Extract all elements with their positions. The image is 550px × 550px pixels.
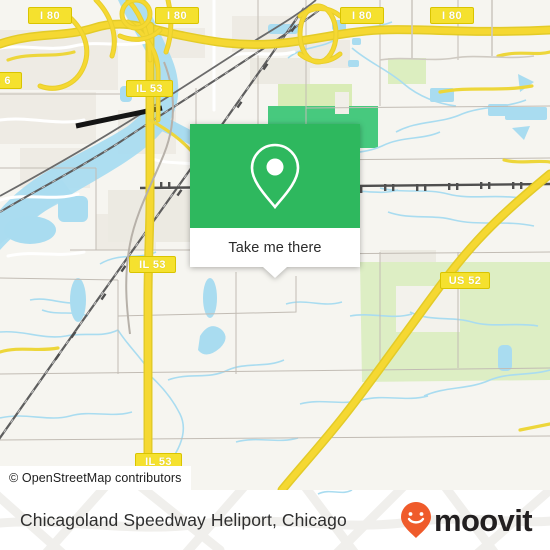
route-shield-label: IL 53 <box>139 258 166 271</box>
place-title: Chicagoland Speedway Heliport, Chicago <box>20 509 347 530</box>
popup-tail <box>263 267 287 278</box>
route-shield: I 80 <box>340 7 384 24</box>
popup-image-area <box>190 124 360 228</box>
route-shield-label: I 80 <box>40 9 60 22</box>
route-shield: I 80 <box>155 7 199 24</box>
map-screenshot-root: I 80I 80I 80I 80S 6IL 53IL 53US 52IL 53 … <box>0 0 550 550</box>
route-shield: IL 53 <box>129 256 176 273</box>
route-shield: I 80 <box>430 7 474 24</box>
map-attribution[interactable]: © OpenStreetMap contributors <box>0 466 191 490</box>
attribution-text: © OpenStreetMap contributors <box>9 471 182 485</box>
moovit-logo[interactable]: moovit <box>399 500 533 540</box>
place-popup-card[interactable]: Take me there <box>190 124 360 278</box>
popup-action-bar[interactable]: Take me there <box>190 228 360 278</box>
route-shield-label: I 80 <box>442 9 462 22</box>
moovit-smiling-pin-icon <box>400 502 431 538</box>
route-shield: I 80 <box>28 7 72 24</box>
route-shield-label: IL 53 <box>136 82 163 95</box>
map-pin-icon <box>250 143 300 210</box>
route-shield-label: I 80 <box>352 9 372 22</box>
footer-bar: Chicagoland Speedway Heliport, Chicago m… <box>0 490 550 550</box>
route-shield-label: I 80 <box>167 9 187 22</box>
take-me-there-label: Take me there <box>228 239 322 256</box>
route-shield: S 6 <box>0 72 22 89</box>
moovit-wordmark: moovit <box>433 502 533 538</box>
route-shield: US 52 <box>440 272 490 289</box>
route-shield-label: S 6 <box>0 74 11 87</box>
route-shield: IL 53 <box>126 80 173 97</box>
route-shield-label: US 52 <box>448 274 482 287</box>
